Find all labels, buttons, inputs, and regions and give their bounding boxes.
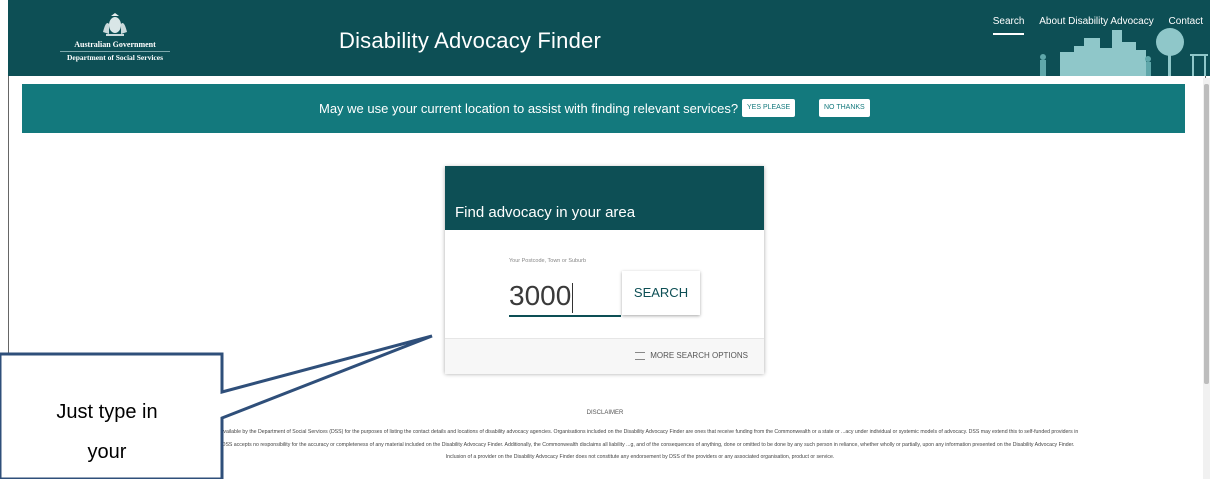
location-prompt: May we use your current location to assi…	[319, 101, 739, 116]
site-title[interactable]: Disability Advocacy Finder	[339, 28, 601, 54]
search-card-header: Find advocacy in your area	[445, 166, 764, 230]
vertical-scrollbar[interactable]	[1203, 78, 1210, 479]
search-button[interactable]: SEARCH	[622, 271, 700, 315]
search-card-footer: MORE SEARCH OPTIONS	[445, 338, 764, 374]
postcode-value: 3000	[509, 280, 572, 311]
government-logo[interactable]: Australian Government Department of Soci…	[60, 12, 170, 63]
yes-please-button[interactable]: YES PLEASE	[742, 99, 796, 117]
logo-line-2: Department of Social Services	[60, 51, 170, 63]
text-caret	[572, 282, 574, 313]
callout-text: Just type in your	[22, 392, 192, 472]
scrollbar-thumb[interactable]	[1204, 84, 1209, 384]
postcode-label: Your Postcode, Town or Suburb	[509, 258, 587, 264]
callout-line-1: Just type in	[56, 401, 158, 423]
postcode-input[interactable]: 3000	[509, 277, 621, 317]
filter-icon	[635, 351, 646, 360]
search-card: Find advocacy in your area Your Postcode…	[445, 166, 764, 374]
callout-line-2: your	[87, 441, 127, 463]
search-card-title: Find advocacy in your area	[455, 204, 636, 221]
site-header: Australian Government Department of Soci…	[8, 0, 1210, 78]
location-banner: May we use your current location to assi…	[22, 84, 1185, 133]
logo-line-1: Australian Government	[74, 40, 156, 49]
city-skyline-illustration	[1040, 28, 1208, 78]
disclaimer-text: ...made available by the Department of S…	[201, 429, 1079, 460]
coat-of-arms-icon	[103, 13, 127, 36]
no-thanks-button[interactable]: NO THANKS	[819, 99, 870, 117]
more-search-options-label: MORE SEARCH OPTIONS	[650, 351, 748, 360]
more-search-options-button[interactable]: MORE SEARCH OPTIONS	[635, 351, 748, 360]
